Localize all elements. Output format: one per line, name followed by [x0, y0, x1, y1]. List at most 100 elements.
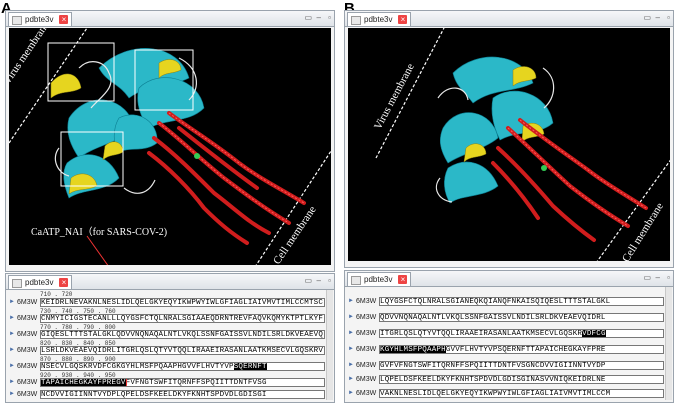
vertical-scrollbar[interactable] [326, 290, 333, 400]
row-marker-icon: ► [348, 314, 354, 320]
sequence-row: ► 6M3W LQYGSFCTQLNRALSGIANEQKQIANQFNKAIS… [345, 297, 673, 308]
sequence-track[interactable]: QDVVNQNAQALNTLVKQLSSNFGAISSVLNDILSRLDKVE… [379, 313, 664, 322]
row-marker-icon: ► [348, 362, 354, 368]
chain-label: 6M3W [17, 363, 38, 370]
sequence-track[interactable]: LQPELDSFKEELDKYFKNHTSPDVDLGDISGINASVVNIQ… [379, 375, 664, 384]
chain-label: 6M3W [356, 314, 377, 321]
sequence-track[interactable]: NSECVLGQSKRVDFCGKGYHLMSFPQAAPHGVVFLHVTYV… [40, 362, 325, 371]
sequence-text: GVFVFNGTSWFITQRNFFSPQIITTDNTFVSGNCDVVIGI… [380, 362, 606, 370]
tab-title: pdbte3v [25, 278, 54, 287]
maximize-icon[interactable]: ▫ [328, 13, 331, 23]
3d-structure-viewer[interactable]: Virus membrane Cell membrane [348, 28, 670, 261]
restore-icon[interactable]: ▭ [643, 273, 651, 283]
sequence-track[interactable]: LSRLDKVEAEVQIDRLITGRLQSLQTYVTQQLIRAAEIRA… [40, 346, 325, 355]
caatp-nai-annotation: CaATP_NAI（for SARS-COV-2) [31, 227, 168, 238]
sequence-text: NCDVVIGIINNTVYDPLQPELDSFKEELDKYFKNHTSPDV… [41, 391, 267, 399]
3d-structure-viewer[interactable]: Virus membrane Cell membrane CaATP_NAI（f… [9, 28, 331, 265]
sequence-text: CNMYICIGSTECANLLLQYGSFCTQLNRALSGIAAEQDRN… [41, 315, 324, 323]
row-marker-icon: ► [348, 346, 354, 352]
tab-pdbte3v[interactable]: pdbte3v × [8, 12, 73, 26]
sequence-text: LQPELDSFKEELDKYFKNHTSPDVDLGDISGINASVVNIQ… [380, 376, 606, 384]
panel-a-sequence-window: pdbte3v × ▭ – ▫ 710 . 720 ► 6M3W KEIDRLN… [5, 273, 335, 403]
tab-title: pdbte3v [364, 15, 393, 24]
sequence-track[interactable]: KGYHLMSFPQAAPHGVVFLHVTYVPSQERNFTTAPAICHE… [379, 345, 664, 354]
close-icon[interactable]: × [398, 275, 408, 284]
sequence-track[interactable]: CNMYICIGSTECANLLLQYGSFCTQLNRALSGIAAEQDRN… [40, 314, 325, 323]
molecule-file-icon [12, 16, 22, 25]
row-marker-icon: ► [9, 391, 15, 397]
tab-bar: pdbte3v × ▭ – ▫ [345, 271, 673, 287]
chain-label: 6M3W [356, 362, 377, 369]
tab-bar: pdbte3v × ▭ – ▫ [345, 11, 673, 27]
chain-label: 6M3W [17, 379, 38, 386]
tab-pdbte3v[interactable]: pdbte3v × [8, 275, 73, 289]
sequence-text: FVFNGTSWFITQRNFFSPQIITTDNTFVSG [125, 379, 267, 387]
sequence-track[interactable]: TAPAICHEGKAYFPREGVFVFNGTSWFITQRNFFSPQIIT… [40, 378, 325, 387]
sequence-track[interactable]: KEIDRLNEVAKNLNESLIDLQELGKYEQYIKWPWYIWLGF… [40, 298, 325, 307]
panel-b-structure-window: pdbte3v × ▭ – ▫ Virus membrane Cell memb… [344, 10, 674, 268]
sequence-text: GIQESLTTTSTALGKLQDVVNQNAQALNTLVKQLSSNFGA… [41, 331, 324, 339]
protein-structure-render [375, 28, 670, 261]
sequence-text: LQYGSFCTQLNRALSGIANEQKQIANQFNKAISQIQESLT… [380, 298, 611, 306]
sequence-track[interactable]: GIQESLTTTSTALGKLQDVVNQNAQALNTLVKQLSSNFGA… [40, 330, 325, 339]
close-icon[interactable]: × [59, 278, 69, 287]
sequence-track[interactable]: ITGRLQSLQTYVTQQLIRAAEIRASANLAATKMSECVLGQ… [379, 329, 664, 338]
maximize-icon[interactable]: ▫ [328, 276, 331, 286]
row-marker-icon: ► [9, 331, 15, 337]
molecule-file-icon [351, 16, 361, 25]
sequence-track[interactable]: NCDVVIGIINNTVYDPLQPELDSFKEELDKYFKNHTSPDV… [40, 390, 325, 399]
tab-pdbte3v[interactable]: pdbte3v × [347, 12, 412, 26]
chain-label: 6M3W [17, 315, 38, 322]
sequence-track[interactable]: VAKNLNESLIDLQELGKYEQYIKWPWYIWLGFIAGLIAIV… [379, 389, 664, 398]
restore-icon[interactable]: ▭ [304, 276, 312, 286]
row-marker-icon: ► [9, 379, 15, 385]
highlighted-residues: KGYHLMSFPQAAPH [380, 346, 446, 354]
minimize-icon[interactable]: – [317, 13, 321, 23]
restore-icon[interactable]: ▭ [304, 13, 312, 23]
chain-label: 6M3W [17, 347, 38, 354]
sequence-row: ► 6M3W LQPELDSFKEELDKYFKNHTSPDVDLGDISGIN… [345, 375, 673, 386]
sequence-text: NSECVLGQSKRVDFCGKGYHLMSFPQAAPHGVVFLHVTYV… [41, 363, 234, 371]
sequence-text: LSRLDKVEAEVQIDRLITGRLQSLQTYVTQQLIRAAEIRA… [41, 347, 324, 355]
row-marker-icon: ► [9, 363, 15, 369]
sequence-text: GVVFLHVTYVPSQERNFTTAPAICHEGKAYFPRE [445, 346, 606, 354]
tab-title: pdbte3v [364, 275, 393, 284]
minimize-icon[interactable]: – [317, 276, 321, 286]
minimize-icon[interactable]: – [656, 13, 660, 23]
close-icon[interactable]: × [398, 15, 408, 24]
row-marker-icon: ► [348, 330, 354, 336]
sequence-row: ► 6M3W TAPAICHEGKAYFPREGVFVFNGTSWFITQRNF… [6, 378, 334, 389]
maximize-icon[interactable]: ▫ [667, 273, 670, 283]
close-icon[interactable]: × [59, 15, 69, 24]
tab-pdbte3v[interactable]: pdbte3v × [347, 272, 412, 286]
panel-a-structure-window: pdbte3v × ▭ – ▫ Virus membrane Cell memb… [5, 10, 335, 272]
sequence-file-icon [351, 276, 361, 285]
highlighted-residues: VDFCG [582, 330, 606, 338]
tab-bar: pdbte3v × ▭ – ▫ [6, 11, 334, 27]
minimize-icon[interactable]: – [656, 273, 660, 283]
sequence-row: ► 6M3W GVFVFNGTSWFITQRNFFSPQIITTDNTFVSGN… [345, 361, 673, 372]
row-marker-icon: ► [9, 315, 15, 321]
sequence-text: VAKNLNESLIDLQELGKYEQYIKWPWYIWLGFIAGLIAIV… [380, 390, 611, 398]
sequence-row: ► 6M3W KGYHLMSFPQAAPHGVVFLHVTYVPSQERNFTT… [345, 345, 673, 356]
sequence-row: ► 6M3W QDVVNQNAQALNTLVKQLSSNFGAISSVLNDIL… [345, 313, 673, 324]
sequence-track[interactable]: LQYGSFCTQLNRALSGIANEQKQIANQFNKAISQIQESLT… [379, 297, 664, 306]
row-marker-icon: ► [9, 299, 15, 305]
maximize-icon[interactable]: ▫ [667, 13, 670, 23]
sequence-track[interactable]: GVFVFNGTSWFITQRNFFSPQIITTDNTFVSGNCDVVIGI… [379, 361, 664, 370]
position-ruler: 710 . 720 [40, 291, 73, 298]
chain-label: 6M3W [356, 298, 377, 305]
chain-label: 6M3W [17, 331, 38, 338]
row-marker-icon: ► [348, 298, 354, 304]
sequence-row: ► 6M3W ITGRLQSLQTYVTQQLIRAAEIRASANLAATKM… [345, 329, 673, 340]
restore-icon[interactable]: ▭ [643, 13, 651, 23]
sequence-file-icon [12, 279, 22, 288]
row-marker-icon: ► [348, 376, 354, 382]
sequence-row: ► 6M3W NCDVVIGIINNTVYDPLQPELDSFKEELDKYFK… [6, 390, 334, 401]
row-marker-icon: ► [348, 390, 354, 396]
vertical-scrollbar[interactable] [665, 287, 672, 400]
chain-label: 6M3W [356, 376, 377, 383]
tab-bar: pdbte3v × ▭ – ▫ [6, 274, 334, 290]
highlighted-residues: SQERNFT [233, 363, 267, 371]
sequence-text: ITGRLQSLQTYVTQQLIRAAEIRASANLAATKMSECVLGQ… [380, 330, 583, 338]
